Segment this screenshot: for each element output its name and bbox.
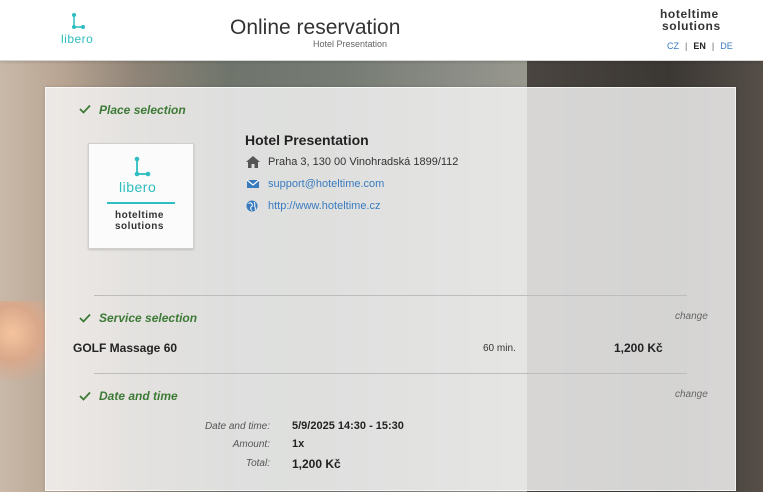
hotel-name: Hotel Presentation — [245, 132, 369, 148]
summary-value-date: 5/9/2025 14:30 - 15:30 — [292, 420, 404, 432]
service-change-link[interactable]: change — [675, 311, 708, 322]
hotel-email-link[interactable]: support@hoteltime.com — [268, 178, 384, 190]
libero-logo-icon — [134, 156, 151, 177]
reservation-panel: Place selection libero hoteltime solutio… — [45, 87, 736, 491]
section-divider — [94, 373, 687, 374]
libero-logo-icon — [72, 13, 85, 29]
hoteltime-logo-line2: solutions — [662, 19, 721, 33]
hotel-logo-vendor-line2: solutions — [115, 221, 164, 232]
summary-value-amount: 1x — [292, 438, 305, 450]
check-icon — [79, 104, 91, 114]
hotel-logo: libero hoteltime solutions — [88, 143, 194, 249]
section-divider — [94, 295, 687, 296]
summary-label-total: Total: — [245, 458, 270, 469]
service-selection-title: Service selection — [99, 311, 198, 325]
date-time-change-link[interactable]: change — [675, 389, 708, 400]
libero-logo-text: libero — [61, 32, 94, 46]
globe-icon — [246, 200, 258, 212]
check-icon — [79, 313, 91, 323]
envelope-icon — [246, 179, 260, 188]
page-subtitle: Hotel Presentation — [313, 39, 388, 49]
summary-label-amount: Amount: — [232, 439, 270, 450]
libero-logo[interactable]: libero — [59, 12, 99, 46]
home-icon — [246, 156, 260, 168]
lang-cz[interactable]: CZ — [667, 41, 679, 51]
lang-separator: | — [685, 41, 688, 51]
summary-value-total: 1,200 Kč — [292, 457, 341, 471]
language-switcher: CZ | EN | DE — [664, 41, 736, 51]
lang-en[interactable]: EN — [693, 41, 706, 51]
hotel-logo-vendor-line1: hoteltime — [115, 210, 164, 221]
page-title: Online reservation — [230, 16, 401, 39]
service-price: 1,200 Kč — [614, 341, 663, 355]
lang-separator: | — [711, 41, 715, 51]
place-selection-title: Place selection — [99, 103, 186, 117]
service-duration: 60 min. — [483, 343, 516, 354]
date-time-title: Date and time — [99, 389, 178, 403]
header: libero Online reservation Hotel Presenta… — [0, 0, 763, 61]
lang-de[interactable]: DE — [720, 41, 733, 51]
hotel-website-link[interactable]: http://www.hoteltime.cz — [268, 200, 381, 212]
hoteltime-logo[interactable]: hoteltime solutions — [660, 8, 730, 32]
summary-label-date: Date and time: — [204, 421, 270, 432]
hotel-address: Praha 3, 130 00 Vinohradská 1899/112 — [268, 156, 459, 168]
service-name: GOLF Massage 60 — [73, 341, 178, 355]
check-icon — [79, 391, 91, 401]
hotel-logo-text: libero — [119, 179, 157, 195]
hotel-logo-divider — [107, 202, 175, 204]
